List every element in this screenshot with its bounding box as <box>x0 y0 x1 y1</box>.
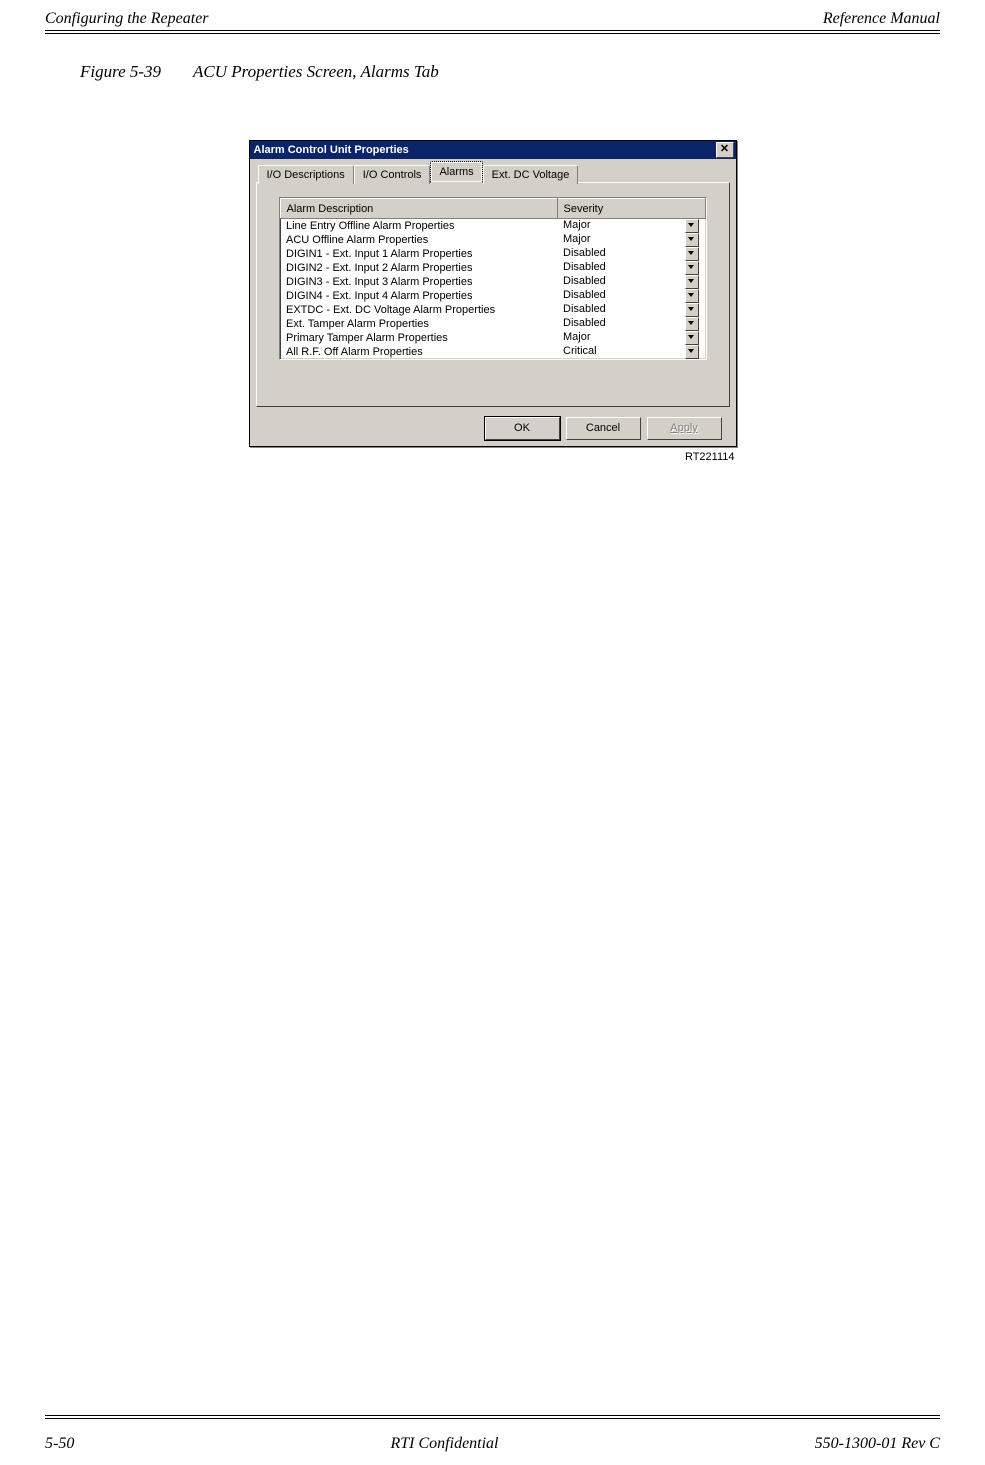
figure-reference: RT221114 <box>249 451 735 463</box>
alarm-description-cell: DIGIN4 - Ext. Input 4 Alarm Properties <box>280 289 557 303</box>
table-row[interactable]: All R.F. Off Alarm PropertiesCritical <box>280 345 705 359</box>
table-row[interactable]: Ext. Tamper Alarm PropertiesDisabled <box>280 317 705 331</box>
cancel-button[interactable]: Cancel <box>566 417 641 440</box>
alarm-description-cell: DIGIN1 - Ext. Input 1 Alarm Properties <box>280 247 557 261</box>
alarm-description-cell: Line Entry Offline Alarm Properties <box>280 219 557 234</box>
alarm-description-cell: ACU Offline Alarm Properties <box>280 233 557 247</box>
chevron-down-icon[interactable] <box>685 233 699 247</box>
table-row[interactable]: ACU Offline Alarm PropertiesMajor <box>280 233 705 247</box>
alarm-severity-cell: Disabled <box>557 317 705 331</box>
alarm-severity-cell: Major <box>557 219 705 234</box>
footer-rule <box>45 1415 940 1419</box>
close-icon[interactable]: ✕ <box>716 142 734 158</box>
header-rule <box>45 30 940 34</box>
footer-center: RTI Confidential <box>391 1435 499 1453</box>
alarm-description-cell: DIGIN2 - Ext. Input 2 Alarm Properties <box>280 261 557 275</box>
chevron-down-icon[interactable] <box>685 261 699 275</box>
chevron-down-icon[interactable] <box>685 303 699 317</box>
chevron-down-icon[interactable] <box>685 345 699 359</box>
chevron-down-icon[interactable] <box>685 317 699 331</box>
table-row[interactable]: EXTDC - Ext. DC Voltage Alarm Properties… <box>280 303 705 317</box>
tab-io-descriptions[interactable]: I/O Descriptions <box>258 165 354 184</box>
alarm-description-cell: Primary Tamper Alarm Properties <box>280 331 557 345</box>
alarm-severity-cell: Major <box>557 331 705 345</box>
table-row[interactable]: DIGIN1 - Ext. Input 1 Alarm PropertiesDi… <box>280 247 705 261</box>
footer-docnum: 550-1300-01 Rev C <box>815 1435 940 1453</box>
chevron-down-icon[interactable] <box>685 247 699 261</box>
alarm-description-cell: DIGIN3 - Ext. Input 3 Alarm Properties <box>280 275 557 289</box>
column-header-severity[interactable]: Severity <box>557 199 705 219</box>
alarm-severity-cell: Critical <box>557 345 705 359</box>
header-right: Reference Manual <box>823 10 940 28</box>
table-row[interactable]: DIGIN2 - Ext. Input 2 Alarm PropertiesDi… <box>280 261 705 275</box>
tab-alarms[interactable]: Alarms <box>430 161 482 183</box>
alarm-description-cell: Ext. Tamper Alarm Properties <box>280 317 557 331</box>
chevron-down-icon[interactable] <box>685 219 699 233</box>
tab-panel-alarms: Alarm Description Severity Line Entry Of… <box>256 182 730 407</box>
table-row[interactable]: Line Entry Offline Alarm PropertiesMajor <box>280 219 705 234</box>
figure-number: Figure 5-39 <box>80 62 161 81</box>
alarm-description-cell: All R.F. Off Alarm Properties <box>280 345 557 359</box>
header-left: Configuring the Repeater <box>45 10 209 28</box>
alarm-severity-cell: Disabled <box>557 247 705 261</box>
dialog-button-row: OK Cancel Apply <box>256 411 730 440</box>
alarms-listbox[interactable]: Alarm Description Severity Line Entry Of… <box>279 197 707 360</box>
table-row[interactable]: DIGIN3 - Ext. Input 3 Alarm PropertiesDi… <box>280 275 705 289</box>
tabstrip: I/O Descriptions I/O Controls Alarms Ext… <box>256 163 730 183</box>
page-header: Configuring the Repeater Reference Manua… <box>0 0 985 30</box>
dialog-title: Alarm Control Unit Properties <box>254 144 409 156</box>
dialog-titlebar[interactable]: Alarm Control Unit Properties ✕ <box>250 141 736 159</box>
apply-button: Apply <box>647 417 722 440</box>
tab-ext-dc-voltage[interactable]: Ext. DC Voltage <box>483 165 579 184</box>
page-footer: 5-50 RTI Confidential 550-1300-01 Rev C <box>45 1435 940 1453</box>
table-row[interactable]: DIGIN4 - Ext. Input 4 Alarm PropertiesDi… <box>280 289 705 303</box>
column-header-description[interactable]: Alarm Description <box>280 199 557 219</box>
alarm-severity-cell: Disabled <box>557 275 705 289</box>
ok-button[interactable]: OK <box>485 417 560 440</box>
acu-properties-dialog: Alarm Control Unit Properties ✕ I/O Desc… <box>249 140 737 447</box>
alarm-severity-cell: Major <box>557 233 705 247</box>
alarm-severity-cell: Disabled <box>557 303 705 317</box>
table-row[interactable]: Primary Tamper Alarm PropertiesMajor <box>280 331 705 345</box>
alarm-severity-cell: Disabled <box>557 261 705 275</box>
alarm-description-cell: EXTDC - Ext. DC Voltage Alarm Properties <box>280 303 557 317</box>
figure-caption: Figure 5-39 ACU Properties Screen, Alarm… <box>80 62 985 82</box>
chevron-down-icon[interactable] <box>685 289 699 303</box>
alarm-severity-cell: Disabled <box>557 289 705 303</box>
figure-title: ACU Properties Screen, Alarms Tab <box>193 62 439 81</box>
footer-page-number: 5-50 <box>45 1435 74 1453</box>
tab-io-controls[interactable]: I/O Controls <box>354 165 431 184</box>
chevron-down-icon[interactable] <box>685 331 699 345</box>
chevron-down-icon[interactable] <box>685 275 699 289</box>
